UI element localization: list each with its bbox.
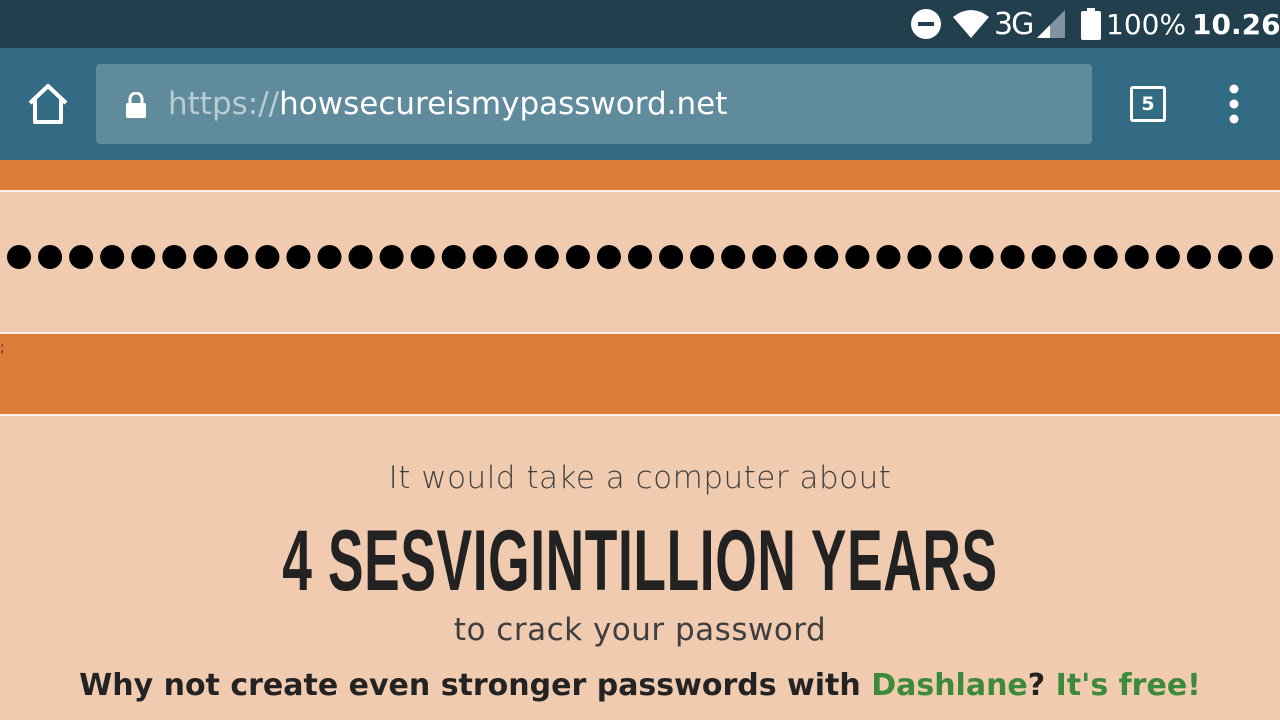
clock: 10.26 [1192,7,1280,41]
password-dot [534,245,559,269]
wifi-icon [952,0,990,48]
password-dot [348,245,373,269]
url-bar[interactable]: https://howsecureismypassword.net [96,64,1092,144]
url-text[interactable]: https://howsecureismypassword.net [168,64,727,144]
password-dot [38,245,63,269]
battery-percentage: 100% [1106,7,1187,41]
password-dot [596,245,621,269]
password-dot [1031,245,1056,269]
result-intro: It would take a computer about [388,460,892,496]
home-button[interactable] [26,82,70,126]
password-dot [255,245,280,269]
band-mark: ; [0,340,5,356]
status-bar: 3G 100% 10.26 [0,0,1280,48]
status-band: ; [0,334,1280,416]
password-dot [193,245,218,269]
password-dot [472,245,497,269]
cell-signal-icon [1036,0,1066,48]
url-host: howsecureismypassword.net [279,86,728,122]
password-mask [7,245,1273,269]
lock-icon [126,92,146,118]
password-dot [814,245,839,269]
overflow-menu-button[interactable] [1220,84,1248,124]
password-dot [1217,245,1242,269]
password-dot [1093,245,1118,269]
overflow-menu-icon [1229,84,1239,124]
password-dot [907,245,932,269]
free-link[interactable]: It's free! [1056,668,1201,703]
dashlane-link[interactable]: Dashlane [871,668,1028,703]
password-dot [224,245,249,269]
password-dot [721,245,746,269]
password-dot [969,245,994,269]
time-to-crack-text: 4 SESVIGINTILLION YEARS [282,513,998,609]
password-dot [441,245,466,269]
password-dot [69,245,94,269]
password-dot [379,245,404,269]
password-dot [131,245,156,269]
password-dot [752,245,777,269]
network-type: 3G [994,6,1034,42]
password-dot [503,245,528,269]
password-dot [1124,245,1149,269]
do-not-disturb-icon [910,0,942,48]
password-dot [1186,245,1211,269]
promo-text: Why not create even stronger passwords w… [0,668,1280,703]
password-dot [162,245,187,269]
battery-icon [1080,0,1102,48]
password-dot [565,245,590,269]
password-dot [783,245,808,269]
password-dot [410,245,435,269]
header-band [0,160,1280,192]
result-outro: to crack your password [453,612,827,648]
password-dot [7,245,31,269]
password-dot [317,245,342,269]
tabs-button[interactable]: 5 [1130,86,1166,122]
password-dot [1155,245,1180,269]
password-dot [628,245,652,269]
password-input[interactable] [0,192,1280,334]
password-dot [100,245,125,269]
password-dot [1000,245,1025,269]
password-dot [938,245,963,269]
password-dot [876,245,901,269]
home-icon [28,84,68,124]
promo-mid: ? [1027,668,1056,703]
password-dot [1062,245,1087,269]
browser-toolbar: https://howsecureismypassword.net 5 [0,48,1280,160]
password-dot [659,245,684,269]
promo-prefix: Why not create even stronger passwords w… [79,668,872,703]
password-dot [286,245,311,269]
password-dot [845,245,870,269]
password-dot [1249,245,1273,269]
url-scheme: https:// [168,86,280,122]
password-dot [690,245,715,269]
time-to-crack: 4 SESVIGINTILLION YEARS [0,512,1280,611]
